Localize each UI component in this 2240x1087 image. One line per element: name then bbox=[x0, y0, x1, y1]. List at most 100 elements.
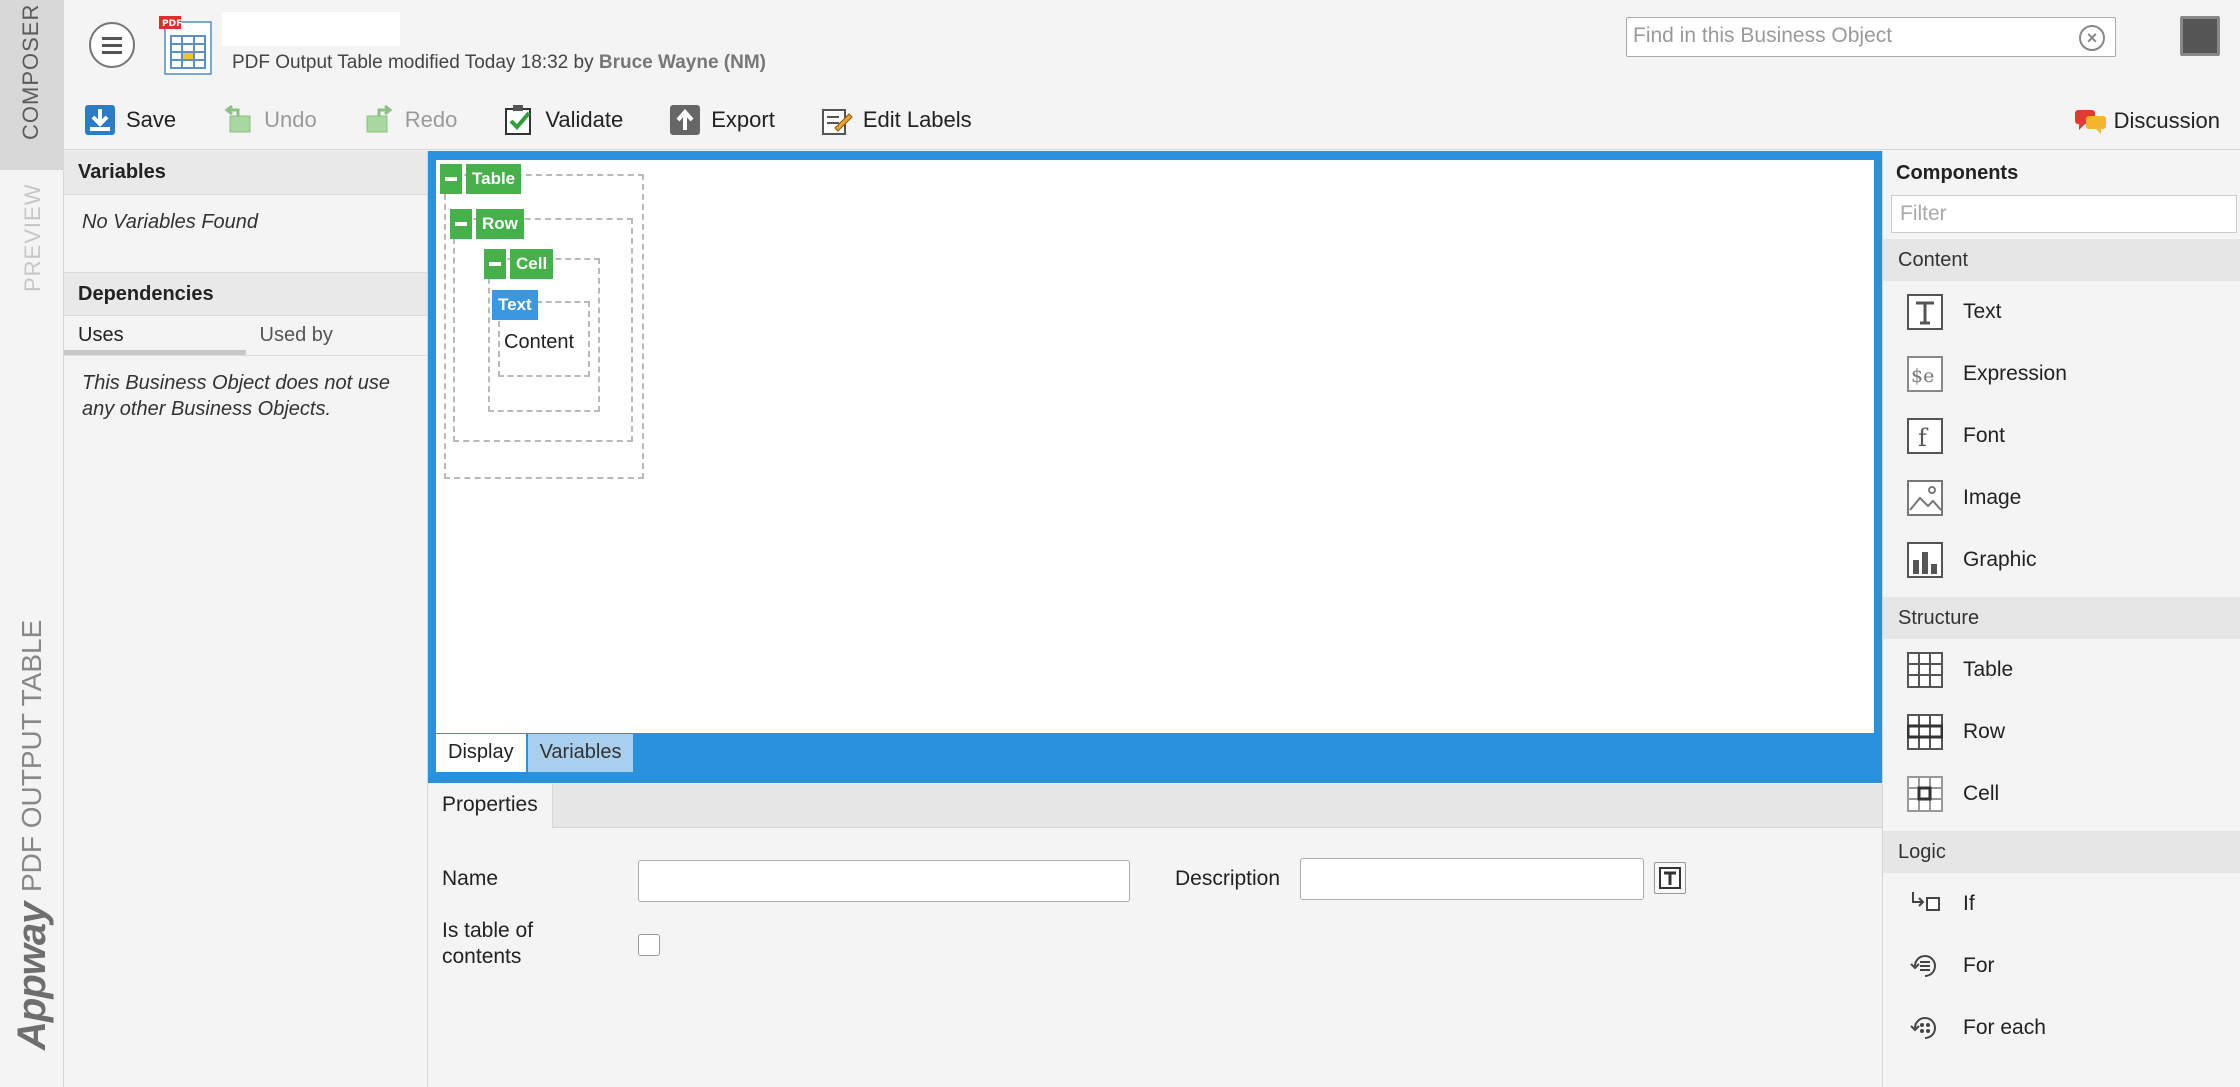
content-text[interactable]: Content bbox=[504, 331, 574, 354]
table-tag[interactable]: Table bbox=[440, 164, 522, 194]
left-panel: Variables No Variables Found Dependencie… bbox=[64, 151, 428, 1087]
component-graphic[interactable]: Graphic bbox=[1883, 529, 2240, 591]
redo-icon bbox=[366, 104, 393, 133]
table-icon bbox=[1907, 652, 1943, 688]
component-expression[interactable]: $e Expression bbox=[1883, 343, 2240, 405]
expression-editor-button[interactable] bbox=[1654, 862, 1686, 894]
collapse-cell-icon[interactable] bbox=[484, 249, 506, 279]
tab-properties[interactable]: Properties bbox=[428, 784, 553, 828]
properties-tabbar: Properties bbox=[428, 784, 1882, 828]
component-label: For each bbox=[1963, 1016, 2046, 1039]
for-each-icon bbox=[1910, 1017, 1936, 1039]
composer-tab-label[interactable]: COMPOSER bbox=[18, 4, 44, 140]
collapse-table-icon[interactable] bbox=[440, 164, 462, 194]
text-tag-label: Text bbox=[492, 290, 538, 320]
export-label: Export bbox=[711, 107, 775, 132]
filter-input[interactable] bbox=[1892, 196, 2236, 232]
row-tag[interactable]: Row bbox=[450, 209, 524, 239]
collapse-row-icon[interactable] bbox=[450, 209, 472, 239]
expression-icon: $e bbox=[1907, 356, 1943, 392]
text-expression-icon bbox=[1659, 867, 1681, 889]
component-row[interactable]: Row bbox=[1883, 701, 2240, 763]
no-variables-message: No Variables Found bbox=[82, 211, 259, 233]
search-input[interactable] bbox=[1633, 18, 2053, 54]
title-field[interactable] bbox=[222, 12, 400, 46]
modified-info: PDF Output Table modified Today 18:32 by… bbox=[232, 52, 766, 74]
cell-tag[interactable]: Cell bbox=[484, 249, 554, 279]
text-tag[interactable]: Text bbox=[492, 290, 538, 320]
component-font[interactable]: f Font bbox=[1883, 405, 2240, 467]
edit-labels-icon bbox=[821, 109, 853, 135]
object-name-label: PDF OUTPUT TABLE bbox=[16, 619, 47, 892]
variables-heading: Variables bbox=[64, 151, 427, 195]
undo-icon bbox=[224, 104, 251, 133]
save-icon bbox=[85, 105, 115, 135]
for-icon bbox=[1910, 955, 1936, 977]
table-of-contents-checkbox[interactable] bbox=[638, 934, 660, 956]
component-label: Expression bbox=[1963, 362, 2067, 385]
toc-label-line2: contents bbox=[442, 945, 522, 968]
design-canvas-frame: Table Row Cell Text Content Display Vari… bbox=[428, 151, 1882, 783]
pdf-table-document-icon: PDF bbox=[159, 16, 212, 75]
filter-box bbox=[1891, 195, 2237, 233]
graphic-icon bbox=[1907, 542, 1943, 578]
component-label: Graphic bbox=[1963, 548, 2037, 571]
edit-labels-label: Edit Labels bbox=[862, 107, 972, 132]
component-for-each[interactable]: For each bbox=[1883, 997, 2240, 1059]
discussion-button[interactable]: Discussion bbox=[2074, 108, 2220, 134]
component-label: Font bbox=[1963, 424, 2006, 447]
maximize-button[interactable] bbox=[2180, 16, 2220, 56]
clear-search-icon[interactable]: × bbox=[2079, 25, 2105, 51]
hamburger-menu-button[interactable] bbox=[89, 22, 135, 68]
description-field[interactable] bbox=[1300, 858, 1644, 900]
font-icon: f bbox=[1907, 418, 1943, 454]
dependencies-tabs: Uses Used by bbox=[64, 316, 427, 356]
cell-icon bbox=[1907, 776, 1943, 812]
vertical-nav-bar: COMPOSER PREVIEW PDF OUTPUT TABLE Appway bbox=[0, 0, 64, 1087]
text-icon bbox=[1907, 294, 1943, 330]
discussion-icon bbox=[2074, 110, 2106, 134]
design-canvas[interactable]: Table Row Cell Text Content bbox=[436, 160, 1874, 733]
image-icon bbox=[1907, 480, 1943, 516]
component-for[interactable]: For bbox=[1883, 935, 2240, 997]
component-cell[interactable]: Cell bbox=[1883, 763, 2240, 825]
validate-label: Validate bbox=[545, 107, 624, 132]
redo-label: Redo bbox=[404, 107, 458, 132]
dependencies-heading: Dependencies bbox=[64, 272, 427, 316]
tab-uses[interactable]: Uses bbox=[64, 316, 246, 355]
edit-labels-button[interactable]: Edit Labels bbox=[821, 104, 972, 136]
export-button[interactable]: Export bbox=[669, 104, 775, 136]
modified-text: PDF Output Table modified Today 18:32 by bbox=[232, 52, 594, 73]
component-label: Cell bbox=[1963, 782, 2000, 805]
save-label: Save bbox=[126, 107, 177, 132]
search-box: × bbox=[1626, 17, 2116, 57]
component-if[interactable]: If bbox=[1883, 873, 2240, 935]
components-panel: Components Content Text $e Expression f … bbox=[1882, 151, 2240, 1087]
menu-line bbox=[102, 44, 122, 47]
component-text[interactable]: Text bbox=[1883, 281, 2240, 343]
canvas-view-tabs: Display Variables bbox=[436, 734, 634, 772]
validate-button[interactable]: Validate bbox=[503, 104, 623, 136]
undo-label: Undo bbox=[264, 107, 317, 132]
undo-button[interactable]: Undo bbox=[222, 104, 317, 136]
component-table[interactable]: Table bbox=[1883, 639, 2240, 701]
redo-button[interactable]: Redo bbox=[363, 104, 458, 136]
component-image[interactable]: Image bbox=[1883, 467, 2240, 529]
modified-user: Bruce Wayne (NM) bbox=[598, 52, 767, 73]
name-field[interactable] bbox=[638, 860, 1130, 902]
menu-line bbox=[102, 37, 122, 40]
component-label: If bbox=[1963, 892, 1975, 915]
preview-tab-label[interactable]: PREVIEW bbox=[20, 184, 46, 292]
save-button[interactable]: Save bbox=[84, 104, 176, 136]
component-label: Text bbox=[1963, 300, 2002, 323]
svg-text:$e: $e bbox=[1911, 365, 1934, 387]
svg-text:PDF: PDF bbox=[162, 19, 182, 29]
tab-used-by[interactable]: Used by bbox=[246, 316, 428, 355]
description-label: Description bbox=[1175, 867, 1281, 890]
tab-variables[interactable]: Variables bbox=[527, 734, 634, 772]
section-content: Content bbox=[1883, 239, 2240, 281]
cell-tag-label: Cell bbox=[510, 249, 554, 279]
tab-display[interactable]: Display bbox=[436, 734, 526, 772]
components-heading: Components bbox=[1896, 162, 2019, 184]
properties-panel: Properties Name Description Is table of … bbox=[428, 784, 1882, 1087]
